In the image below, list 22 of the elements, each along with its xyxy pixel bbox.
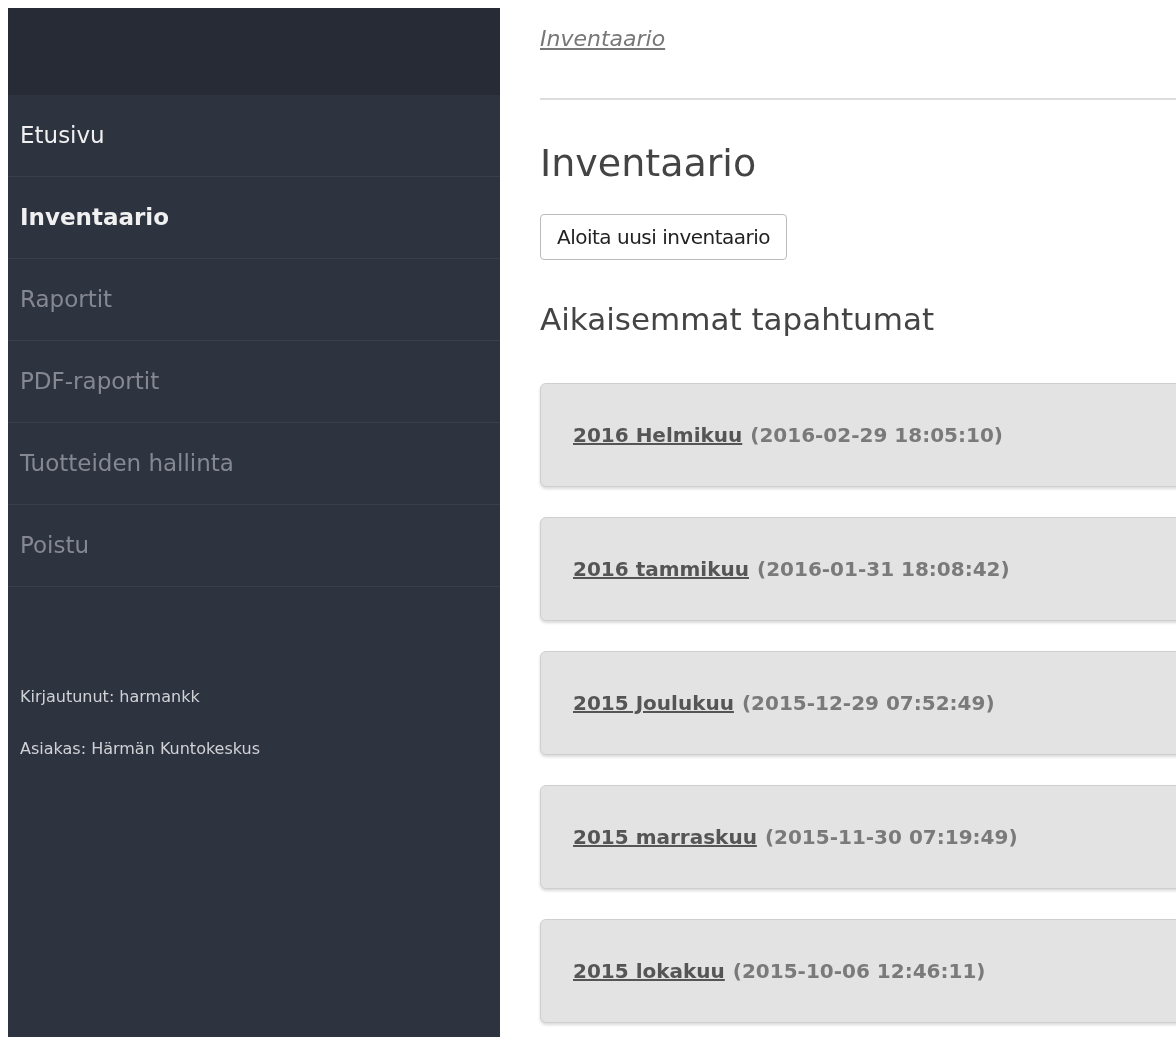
sidebar-item[interactable]: Poistu: [8, 505, 500, 587]
event-link[interactable]: 2015 marraskuu: [573, 822, 757, 852]
sidebar-item[interactable]: Etusivu: [8, 95, 500, 177]
event-date: (2015-11-30 07:19:49): [764, 824, 1018, 851]
event-link[interactable]: 2016 tammikuu: [573, 554, 749, 584]
sidebar-item[interactable]: Inventaario: [8, 177, 500, 259]
sidebar-item[interactable]: PDF-raportit: [8, 341, 500, 423]
breadcrumb-link[interactable]: Inventaario: [540, 21, 666, 55]
user-info-text: Asiakas: Härmän Kuntokeskus: [20, 738, 262, 760]
event-date: (2016-02-29 18:05:10): [750, 422, 1003, 449]
new-inventory-button[interactable]: Aloita uusi inventaario: [540, 214, 788, 260]
page-title: Inventaario: [540, 144, 758, 182]
event-link[interactable]: 2015 Joulukuu: [573, 688, 734, 718]
event-date: (2015-12-29 07:52:49): [741, 690, 995, 717]
event-link[interactable]: 2016 Helmikuu: [573, 420, 743, 450]
sidebar-item[interactable]: Tuotteiden hallinta: [8, 423, 500, 505]
event-link[interactable]: 2015 lokakuu: [573, 956, 725, 986]
event-date: (2016-01-31 18:08:42): [757, 556, 1010, 583]
sidebar-item[interactable]: Raportit: [8, 259, 500, 341]
user-info-text: Kirjautunut: harmankk: [20, 686, 201, 708]
event-date: (2015-10-06 12:46:11): [732, 958, 986, 985]
section-heading: Aikaisemmat tapahtumat: [540, 304, 936, 335]
